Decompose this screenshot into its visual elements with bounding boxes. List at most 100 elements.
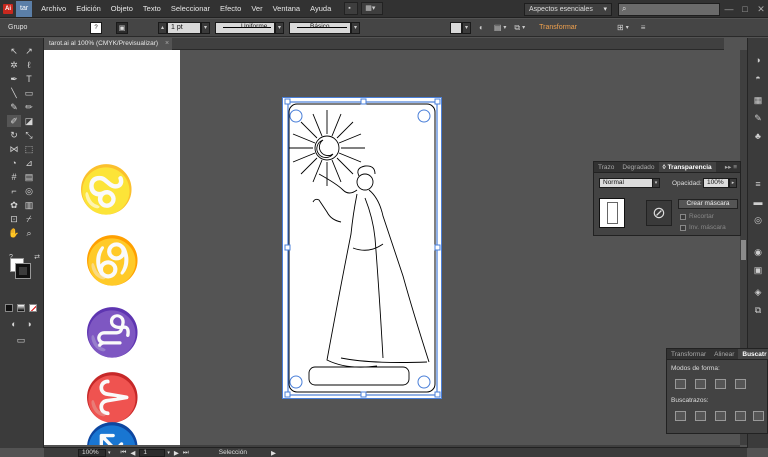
- drawing-mode-dropdown-icon[interactable]: ◑: [22, 318, 36, 330]
- arrange-documents-button[interactable]: ▦▾: [361, 2, 384, 15]
- exclude-icon[interactable]: [735, 379, 746, 389]
- invert-mask-checkbox[interactable]: [680, 225, 686, 231]
- panel-menu-icon[interactable]: ▸▸ ≡: [725, 163, 737, 172]
- last-page-icon[interactable]: ⏭: [183, 449, 189, 457]
- bridge-button[interactable]: ▪: [344, 2, 359, 15]
- swap-colors-icon[interactable]: ⇄: [30, 252, 44, 264]
- screen-mode-icon[interactable]: ▭: [14, 334, 28, 346]
- stroke-weight-field[interactable]: 1 pt: [167, 21, 201, 34]
- fill-stroke-widget[interactable]: [10, 258, 31, 279]
- menu-seleccionar[interactable]: Seleccionar: [166, 0, 215, 18]
- tab-transformar[interactable]: Transformar: [667, 349, 710, 359]
- brush-dropdown[interactable]: ▾: [351, 21, 360, 34]
- opacity-swatch[interactable]: [450, 21, 462, 34]
- brushes-panel-icon[interactable]: ✎: [752, 112, 764, 124]
- unite-icon[interactable]: [675, 379, 686, 389]
- slice-tool-icon[interactable]: ⌿: [22, 213, 36, 225]
- merge-icon[interactable]: [715, 411, 726, 421]
- clip-checkbox[interactable]: [680, 214, 686, 220]
- graphic-styles-icon[interactable]: ▣: [752, 264, 764, 276]
- make-mask-button[interactable]: Crear máscara: [678, 199, 738, 209]
- tab-transparencia[interactable]: ◊ Transparencia: [658, 162, 716, 172]
- isolate-icon[interactable]: ⧉: [514, 23, 520, 33]
- style-dropdown[interactable]: ▾: [462, 21, 471, 34]
- blend-mode-select[interactable]: Normal: [599, 178, 653, 188]
- layers-panel-icon[interactable]: ◈: [752, 286, 764, 298]
- workspace-switcher[interactable]: Aspectos esenciales ▾: [524, 2, 612, 16]
- fill-swatch[interactable]: ?: [90, 21, 102, 34]
- transform-dropdown-icon[interactable]: ▾: [626, 24, 629, 31]
- tab-trazo[interactable]: Trazo: [594, 162, 618, 172]
- artboard-tool-icon[interactable]: ⊡: [7, 213, 21, 225]
- menu-edicion[interactable]: Edición: [71, 0, 106, 18]
- crop-icon[interactable]: [735, 411, 746, 421]
- color-panel-icon[interactable]: ◑: [752, 54, 764, 66]
- selection-tool-icon[interactable]: ↖: [7, 45, 21, 57]
- gradient-mode-button[interactable]: [17, 304, 25, 312]
- blob-brush-tool-icon[interactable]: ✐: [7, 115, 21, 127]
- close-icon[interactable]: ✕: [754, 3, 768, 16]
- trim-icon[interactable]: [695, 411, 706, 421]
- search-field[interactable]: ⌕: [618, 2, 720, 16]
- search-input[interactable]: [628, 5, 709, 13]
- next-page-icon[interactable]: ▶: [174, 449, 179, 457]
- column-graph-tool-icon[interactable]: ▥: [22, 199, 36, 211]
- zoom-tool-icon[interactable]: ⌕: [22, 227, 36, 239]
- stroke-profile-dropdown[interactable]: ▾: [275, 21, 284, 34]
- type-tool-icon[interactable]: T: [22, 73, 36, 85]
- stroke-swatch[interactable]: ▣: [116, 21, 128, 34]
- outline-icon[interactable]: [753, 411, 764, 421]
- transform-link[interactable]: Transformar: [539, 24, 577, 31]
- opacity-dropdown-icon[interactable]: ▸: [729, 178, 737, 188]
- maximize-icon[interactable]: □: [738, 3, 752, 16]
- divide-icon[interactable]: [675, 411, 686, 421]
- color-guide-icon[interactable]: ◓: [752, 72, 764, 84]
- intersect-icon[interactable]: [715, 379, 726, 389]
- tab-alinear[interactable]: Alinear: [710, 349, 738, 359]
- artboards-panel-icon[interactable]: ⧉: [752, 304, 764, 316]
- line-tool-icon[interactable]: ╲: [7, 87, 21, 99]
- blend-tool-icon[interactable]: ◎: [22, 185, 36, 197]
- zoom-dropdown-icon[interactable]: ▾: [108, 450, 111, 456]
- eyedropper-tool-icon[interactable]: ⌐: [7, 185, 21, 197]
- rotate-tool-icon[interactable]: ↻: [7, 129, 21, 141]
- free-transform-tool-icon[interactable]: ⬚: [22, 143, 36, 155]
- stroke-panel-icon[interactable]: ≡: [752, 178, 764, 190]
- width-tool-icon[interactable]: ⋈: [7, 143, 21, 155]
- page-field[interactable]: 1: [139, 448, 166, 457]
- close-icon[interactable]: ×: [165, 38, 169, 50]
- appearance-panel-icon[interactable]: ◉: [752, 246, 764, 258]
- app-tab[interactable]: tar: [16, 0, 33, 17]
- stroke-weight-stepper[interactable]: ▴: [158, 21, 167, 34]
- vertical-scroll-thumb[interactable]: [741, 240, 746, 260]
- menu-objeto[interactable]: Objeto: [106, 0, 138, 18]
- color-mode-button[interactable]: [5, 304, 13, 312]
- eraser-tool-icon[interactable]: ◪: [22, 115, 36, 127]
- zoom-field[interactable]: 100%: [78, 448, 106, 457]
- direct-selection-tool-icon[interactable]: ↗: [22, 45, 36, 57]
- tarot-card-artboard[interactable]: [282, 97, 442, 399]
- paintbrush-tool-icon[interactable]: ✎: [7, 101, 21, 113]
- page-dropdown-icon[interactable]: ▾: [167, 450, 170, 456]
- first-page-icon[interactable]: ⏮: [121, 449, 127, 457]
- menu-efecto[interactable]: Efecto: [215, 0, 246, 18]
- panel-menu-icon[interactable]: ≡: [641, 23, 646, 32]
- menu-ver[interactable]: Ver: [246, 0, 267, 18]
- none-mode-button[interactable]: [29, 304, 37, 312]
- drawing-mode-icon[interactable]: ◐: [7, 318, 21, 330]
- scale-tool-icon[interactable]: ⤡: [22, 129, 36, 141]
- menu-texto[interactable]: Texto: [138, 0, 166, 18]
- status-menu-icon[interactable]: ▶: [271, 449, 276, 457]
- rectangle-tool-icon[interactable]: ▭: [22, 87, 36, 99]
- align-icon[interactable]: ▤: [494, 23, 502, 32]
- recolor-icon[interactable]: ◐: [479, 23, 484, 32]
- symbol-sprayer-tool-icon[interactable]: ✿: [7, 199, 21, 211]
- gradient-tool-icon[interactable]: ▤: [22, 171, 36, 183]
- minimize-icon[interactable]: —: [722, 3, 736, 16]
- tab-buscatrazos[interactable]: Buscatr: [738, 349, 768, 359]
- stroke-weight-dropdown[interactable]: ▾: [201, 21, 210, 34]
- menu-ventana[interactable]: Ventana: [268, 0, 306, 18]
- swatches-panel-icon[interactable]: ▦: [752, 94, 764, 106]
- document-tab[interactable]: tarot.ai al 100% (CMYK/Previsualizar) ×: [44, 38, 173, 50]
- transparency-panel-icon[interactable]: ◎: [752, 214, 764, 226]
